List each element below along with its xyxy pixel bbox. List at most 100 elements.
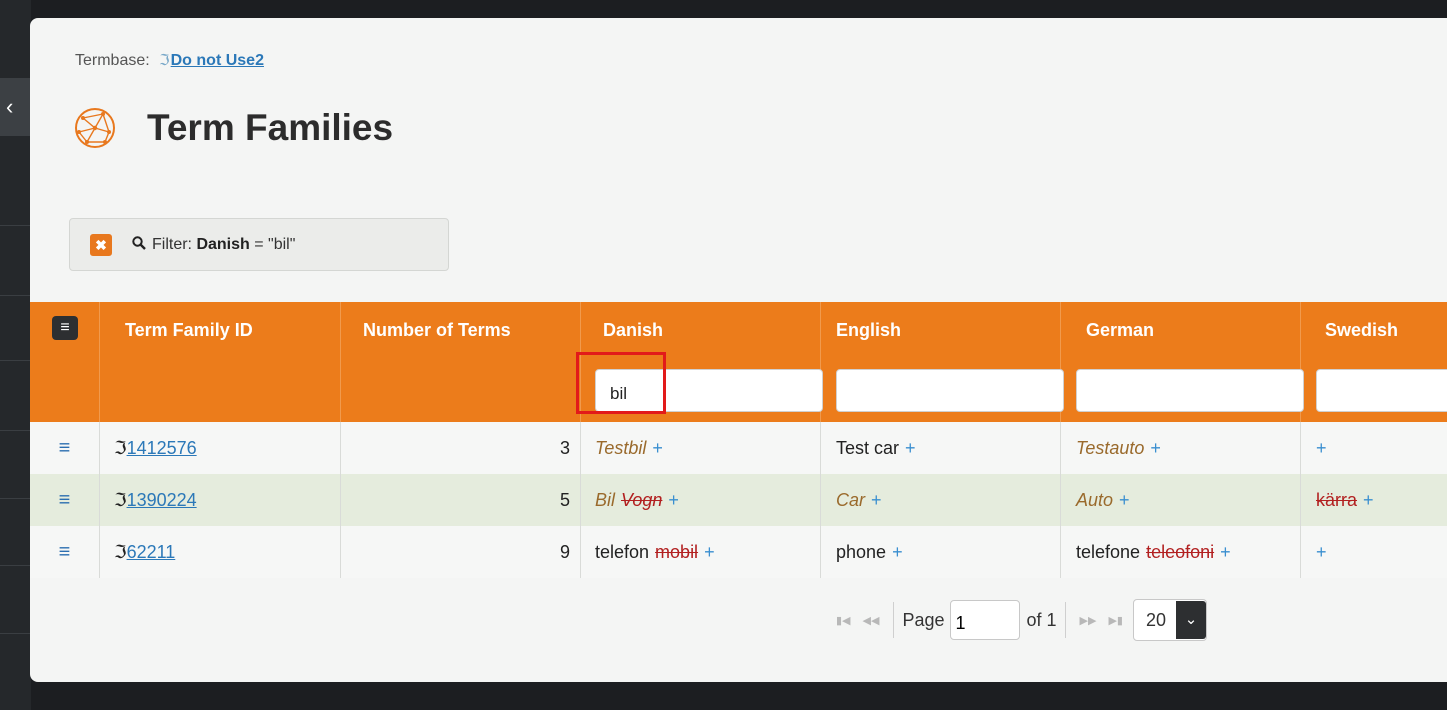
german-terms-cell: Auto + [1061, 474, 1301, 526]
danish-terms-cell: Bil Vogn + [581, 474, 821, 526]
row-menu-icon[interactable]: ≡ [30, 526, 100, 578]
add-term-icon[interactable]: + [1150, 438, 1161, 458]
header-label: Danish [603, 320, 664, 340]
header-swedish[interactable]: Swedish [1301, 302, 1447, 422]
term-family-link[interactable]: 1390224 [127, 490, 197, 510]
page-count-label: of 1 [1026, 609, 1057, 630]
add-term-icon[interactable]: + [1316, 438, 1327, 458]
row-menu-icon[interactable]: ≡ [30, 422, 100, 474]
swedish-terms-cell: + [1301, 422, 1447, 474]
link-icon: ℑ [114, 490, 127, 510]
header-number-of-terms[interactable]: Number of Terms [341, 302, 581, 422]
term-family-id-cell: ℑ62211 [100, 526, 341, 578]
page-size-value: 20 [1145, 609, 1166, 630]
add-term-icon[interactable]: + [1363, 490, 1374, 510]
term-link[interactable]: telefone [1076, 542, 1140, 562]
active-filter-chip: ✖ Filter: Danish = "bil" [69, 218, 449, 271]
english-terms-cell: Test car + [821, 422, 1061, 474]
header-label: Swedish [1325, 320, 1399, 340]
pager-divider [893, 602, 895, 638]
term-link[interactable]: teleofoni [1146, 542, 1214, 562]
danish-filter-input[interactable] [595, 369, 823, 412]
remove-filter-button[interactable]: ✖ [90, 233, 112, 256]
page-label: Page [902, 609, 945, 630]
header-label: Number of Terms [363, 320, 511, 340]
add-term-icon[interactable]: + [652, 438, 663, 458]
header-danish[interactable]: Danish [581, 302, 823, 422]
page-size-select[interactable]: 20 ⌄ [1132, 599, 1207, 641]
english-filter-input[interactable] [836, 369, 1064, 412]
filter-prefix: Filter: [152, 235, 192, 253]
add-term-icon[interactable]: + [871, 490, 882, 510]
header-english[interactable]: English [821, 302, 1064, 422]
add-term-icon[interactable]: + [905, 438, 916, 458]
prev-page-icon[interactable]: ◀◀ [863, 614, 880, 627]
table-row: ≡ ℑ1390224 5 Bil Vogn + Car + Auto + kärra + [30, 474, 1447, 526]
termbase-link[interactable]: Do not Use2 [171, 52, 264, 69]
german-terms-cell: telefone teleofoni + [1061, 526, 1301, 578]
add-term-icon[interactable]: + [1220, 542, 1231, 562]
pager: ▮◀ ◀◀ Page of 1 ▶▶ ▶▮ 20 ⌄ [830, 596, 1207, 644]
term-family-link[interactable]: 1412576 [127, 438, 197, 458]
swedish-filter-input[interactable] [1316, 369, 1447, 412]
column-menu-button[interactable]: ≡ [52, 316, 78, 340]
swedish-terms-cell: kärra + [1301, 474, 1447, 526]
filter-text: Filter: Danish = "bil" [152, 236, 295, 254]
link-icon: ℑ [159, 52, 170, 69]
number-of-terms-cell: 5 [341, 474, 581, 526]
term-link[interactable]: telefon [595, 542, 649, 562]
grid-body: ≡ ℑ1412576 3 Testbil + Test car + Testauto + + ≡ ℑ1… [30, 422, 1447, 578]
term-family-link[interactable]: 62211 [127, 542, 176, 562]
term-link[interactable]: Test car [836, 438, 899, 458]
add-term-icon[interactable]: + [704, 542, 715, 562]
swedish-terms-cell: + [1301, 526, 1447, 578]
add-term-icon[interactable]: + [1119, 490, 1130, 510]
term-link[interactable]: kärra [1316, 490, 1357, 510]
term-link[interactable]: Auto [1076, 490, 1113, 510]
number-of-terms-cell: 3 [341, 422, 581, 474]
term-link[interactable]: mobil [655, 542, 698, 562]
header-term-family-id[interactable]: Term Family ID [100, 302, 341, 422]
number-of-terms-cell: 9 [341, 526, 581, 578]
chevron-down-icon: ⌄ [1175, 601, 1206, 639]
link-icon: ℑ [114, 438, 127, 458]
term-families-grid: ≡ Term Family ID Number of Terms Danish … [30, 302, 1447, 578]
page-title: Term Families [147, 107, 394, 148]
danish-terms-cell: Testbil + [581, 422, 821, 474]
page-header: Term Families [73, 103, 393, 153]
table-row: ≡ ℑ1412576 3 Testbil + Test car + Testauto + + [30, 422, 1447, 474]
row-menu-icon[interactable]: ≡ [30, 474, 100, 526]
english-terms-cell: Car + [821, 474, 1061, 526]
add-term-icon[interactable]: + [668, 490, 679, 510]
main-panel: Termbase: ℑDo not Use2 Term Families ✖ F… [30, 18, 1447, 682]
header-label: Term Family ID [125, 320, 253, 340]
next-page-icon[interactable]: ▶▶ [1080, 614, 1097, 627]
pager-divider [1064, 602, 1066, 638]
header-german[interactable]: German [1061, 302, 1304, 422]
last-page-icon[interactable]: ▶▮ [1108, 614, 1123, 627]
term-link[interactable]: Testauto [1076, 438, 1144, 458]
add-term-icon[interactable]: + [892, 542, 903, 562]
network-globe-icon [75, 108, 115, 148]
danish-terms-cell: telefon mobil + [581, 526, 821, 578]
term-link[interactable]: phone [836, 542, 886, 562]
term-link[interactable]: Vogn [621, 490, 662, 510]
term-family-id-cell: ℑ1412576 [100, 422, 341, 474]
add-term-icon[interactable]: + [1316, 542, 1327, 562]
german-terms-cell: Testauto + [1061, 422, 1301, 474]
term-family-id-cell: ℑ1390224 [100, 474, 341, 526]
header-label: English [836, 320, 902, 340]
table-row: ≡ ℑ62211 9 telefon mobil + phone + telefone teleo… [30, 526, 1447, 578]
term-link[interactable]: Car [836, 490, 865, 510]
grid-header: ≡ Term Family ID Number of Terms Danish … [30, 302, 1447, 422]
filter-expression: = "bil" [249, 235, 296, 253]
search-icon [132, 235, 146, 254]
term-link[interactable]: Bil [595, 490, 615, 510]
page-number-input[interactable] [950, 600, 1021, 640]
english-terms-cell: phone + [821, 526, 1061, 578]
term-link[interactable]: Testbil [595, 438, 646, 458]
first-page-icon[interactable]: ▮◀ [836, 614, 851, 627]
header-menu-cell: ≡ [30, 302, 100, 422]
termbase-line: Termbase: ℑDo not Use2 [75, 51, 264, 70]
german-filter-input[interactable] [1076, 369, 1304, 412]
